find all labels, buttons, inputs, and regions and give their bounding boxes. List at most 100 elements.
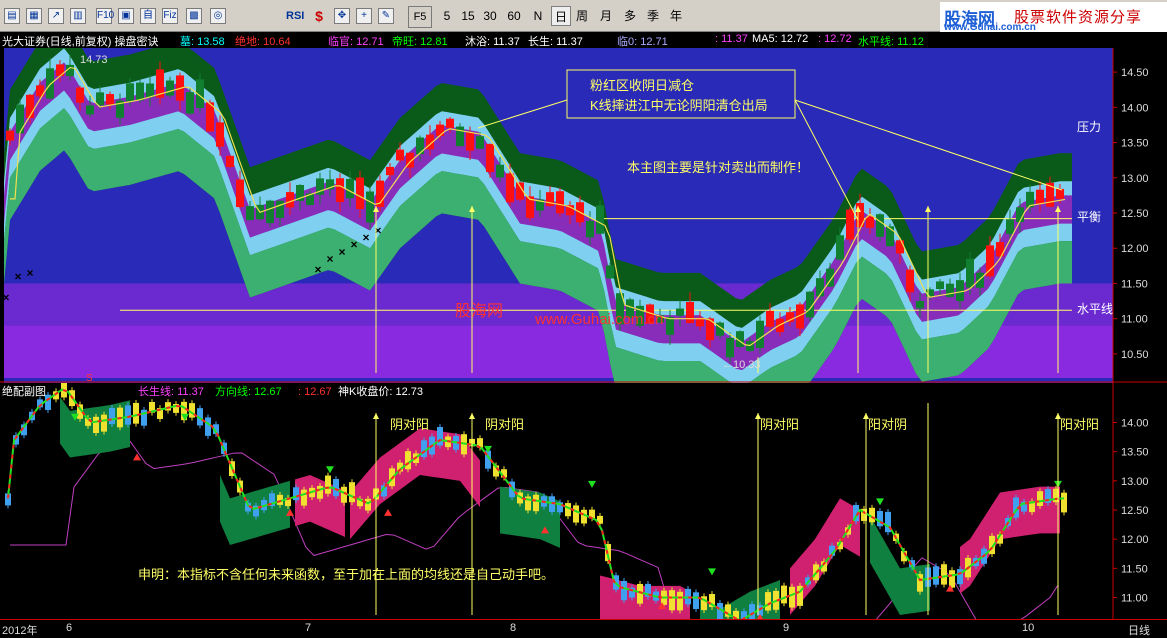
sub-candle-body (405, 451, 411, 470)
candle-body (896, 240, 904, 254)
candle-body (546, 192, 554, 207)
sub-candle-body (693, 592, 699, 610)
f5-button[interactable]: F5 (408, 6, 432, 28)
y-tick-label-7: 11.00 (1121, 314, 1148, 326)
move-icon[interactable]: ✥ (334, 8, 350, 24)
sub-candle-body (669, 590, 675, 611)
candle-body (226, 155, 234, 167)
sar-marker: × (314, 262, 321, 276)
toolbar-icon-6[interactable]: ▣ (118, 8, 134, 24)
note-line-2: K线摔进江中无论阴阳清仓出局 (590, 98, 768, 113)
candle-body (486, 143, 494, 172)
y-tick-label-3: 13.00 (1121, 173, 1149, 185)
candle-body (726, 337, 734, 358)
sub-candle-body (317, 485, 323, 499)
watermark-url: www.Guhai.com.cn (534, 311, 663, 328)
sub-candle-body (93, 416, 99, 433)
period-tab-5[interactable]: 日 (551, 6, 571, 26)
add-icon[interactable]: + (356, 8, 372, 24)
note-line-1: 粉红区收阴日减仓 (590, 78, 694, 93)
period-tab-7[interactable]: 月 (596, 6, 616, 26)
chart-title: 光大证券(日线,前复权) 操盘密诀 (2, 36, 159, 48)
axis-month-8: 8 (510, 622, 517, 634)
sub-candle-body (421, 440, 427, 458)
sub-candle-body (789, 586, 795, 608)
sub-candle-body (941, 564, 947, 585)
sar-marker: × (26, 266, 33, 280)
candle-body (976, 272, 984, 288)
candle-body (676, 308, 684, 316)
toolbar-icon-7[interactable]: 自 (140, 8, 156, 24)
sub-y-tick-label-5: 11.50 (1121, 563, 1148, 575)
candle-body (466, 132, 474, 151)
sub-candle-body (349, 482, 355, 503)
candle-body (606, 265, 614, 279)
rsi-button[interactable]: RSI (286, 6, 304, 26)
period-tab-9[interactable]: 季 (643, 6, 663, 26)
sub-candle-body (1061, 492, 1067, 513)
toolbar-icon-10[interactable]: ◎ (210, 8, 226, 24)
period-tab-1[interactable]: 15 (458, 6, 478, 26)
sar-marker: × (2, 291, 9, 305)
toolbar-icon-4[interactable]: ▥ (70, 8, 86, 24)
candle-body (446, 118, 454, 128)
candle-body (6, 130, 14, 141)
toolbar-icon-5[interactable]: F10 (96, 8, 114, 24)
period-tab-10[interactable]: 年 (666, 6, 686, 26)
period-tab-0[interactable]: 5 (437, 6, 457, 26)
high-label: 14.73 (80, 54, 108, 66)
y-tick-label-5: 12.00 (1121, 243, 1149, 255)
toolbar-icon-3[interactable]: ↗ (48, 8, 64, 24)
axis-year: 2012年 (2, 625, 38, 637)
sub-chart[interactable]: 绝配副图 长生线: 11.37 方向线: 12.67: 12.67 神K收盘价: 12… (0, 374, 1167, 638)
candle-body (126, 83, 134, 102)
axis-period-label: 日线 (1128, 625, 1150, 637)
sub-info-item-1: 方向线: 12.67 (215, 384, 282, 398)
date-axis: 2012年 6 7 8 9 10 日线 (0, 619, 1167, 637)
toolbar-icon-8[interactable]: Fiz (162, 8, 178, 24)
candle-body (276, 200, 284, 218)
sub-chart-title: 绝配副图 (2, 384, 46, 398)
candle-body (336, 178, 344, 203)
period-tab-4[interactable]: N (528, 6, 548, 26)
period-tab-2[interactable]: 30 (480, 6, 500, 26)
sub-y-tick-label-6: 11.00 (1121, 593, 1148, 605)
sub-y-tick-label-4: 12.00 (1121, 534, 1149, 546)
period-tab-3[interactable]: 60 (504, 6, 524, 26)
period-tab-6[interactable]: 周 (572, 6, 592, 26)
pencil-icon[interactable]: ✎ (378, 8, 394, 24)
candle-body (666, 317, 674, 335)
y-tick-label-8: 10.50 (1121, 349, 1149, 361)
period-tab-8[interactable]: 多 (620, 6, 640, 26)
info-item-8: MA5: 12.72 (752, 33, 809, 45)
candle-body (1056, 188, 1064, 199)
toolbar-icon-2[interactable]: ▦ (26, 8, 42, 24)
candle-body (756, 320, 764, 348)
toolbar-icon-1[interactable]: ▤ (4, 8, 20, 24)
info-item-1: 绝地: 10.64 (235, 36, 291, 48)
y-tick-label-0: 14.50 (1121, 67, 1149, 79)
y-tick-label-2: 13.50 (1121, 138, 1149, 150)
y-tick-label-6: 11.50 (1121, 278, 1148, 290)
info-item-6: 临0: 12.71 (617, 36, 668, 48)
sub-candle-body (101, 414, 107, 432)
sub-info-item-0: 长生线: 11.37 (138, 384, 204, 398)
candle-body (166, 80, 174, 96)
sub-candle-body (621, 580, 627, 601)
candle-body (966, 258, 974, 288)
sub-candle-body (533, 494, 539, 512)
toolbar-icon-9[interactable]: ▩ (186, 8, 202, 24)
sub-y-tick-label-2: 13.00 (1121, 476, 1149, 488)
candle-body (236, 179, 244, 208)
candle-body (816, 278, 824, 297)
sar-button[interactable]: $ (310, 6, 328, 26)
candle-body (476, 136, 484, 149)
main-chart[interactable]: × × × × × × × × × 粉红区收阴日减仓 K线摔进江中无论阴阳清仓出局 本主图主要是针对卖… (0, 20, 1167, 430)
candle-body (766, 310, 774, 327)
annotation-0: 阴对阳 (390, 417, 429, 432)
sub-chart-svg: 绝配副图 长生线: 11.37 方向线: 12.67: 12.67 神K收盘价: 12… (0, 374, 1167, 638)
annotation-3: 阳对阴 (868, 417, 907, 432)
brand-logo: 股海网 股票软件资源分享 www.Guhai.com.cn (940, 2, 1167, 33)
candle-body (886, 226, 894, 247)
candle-body (136, 82, 144, 101)
